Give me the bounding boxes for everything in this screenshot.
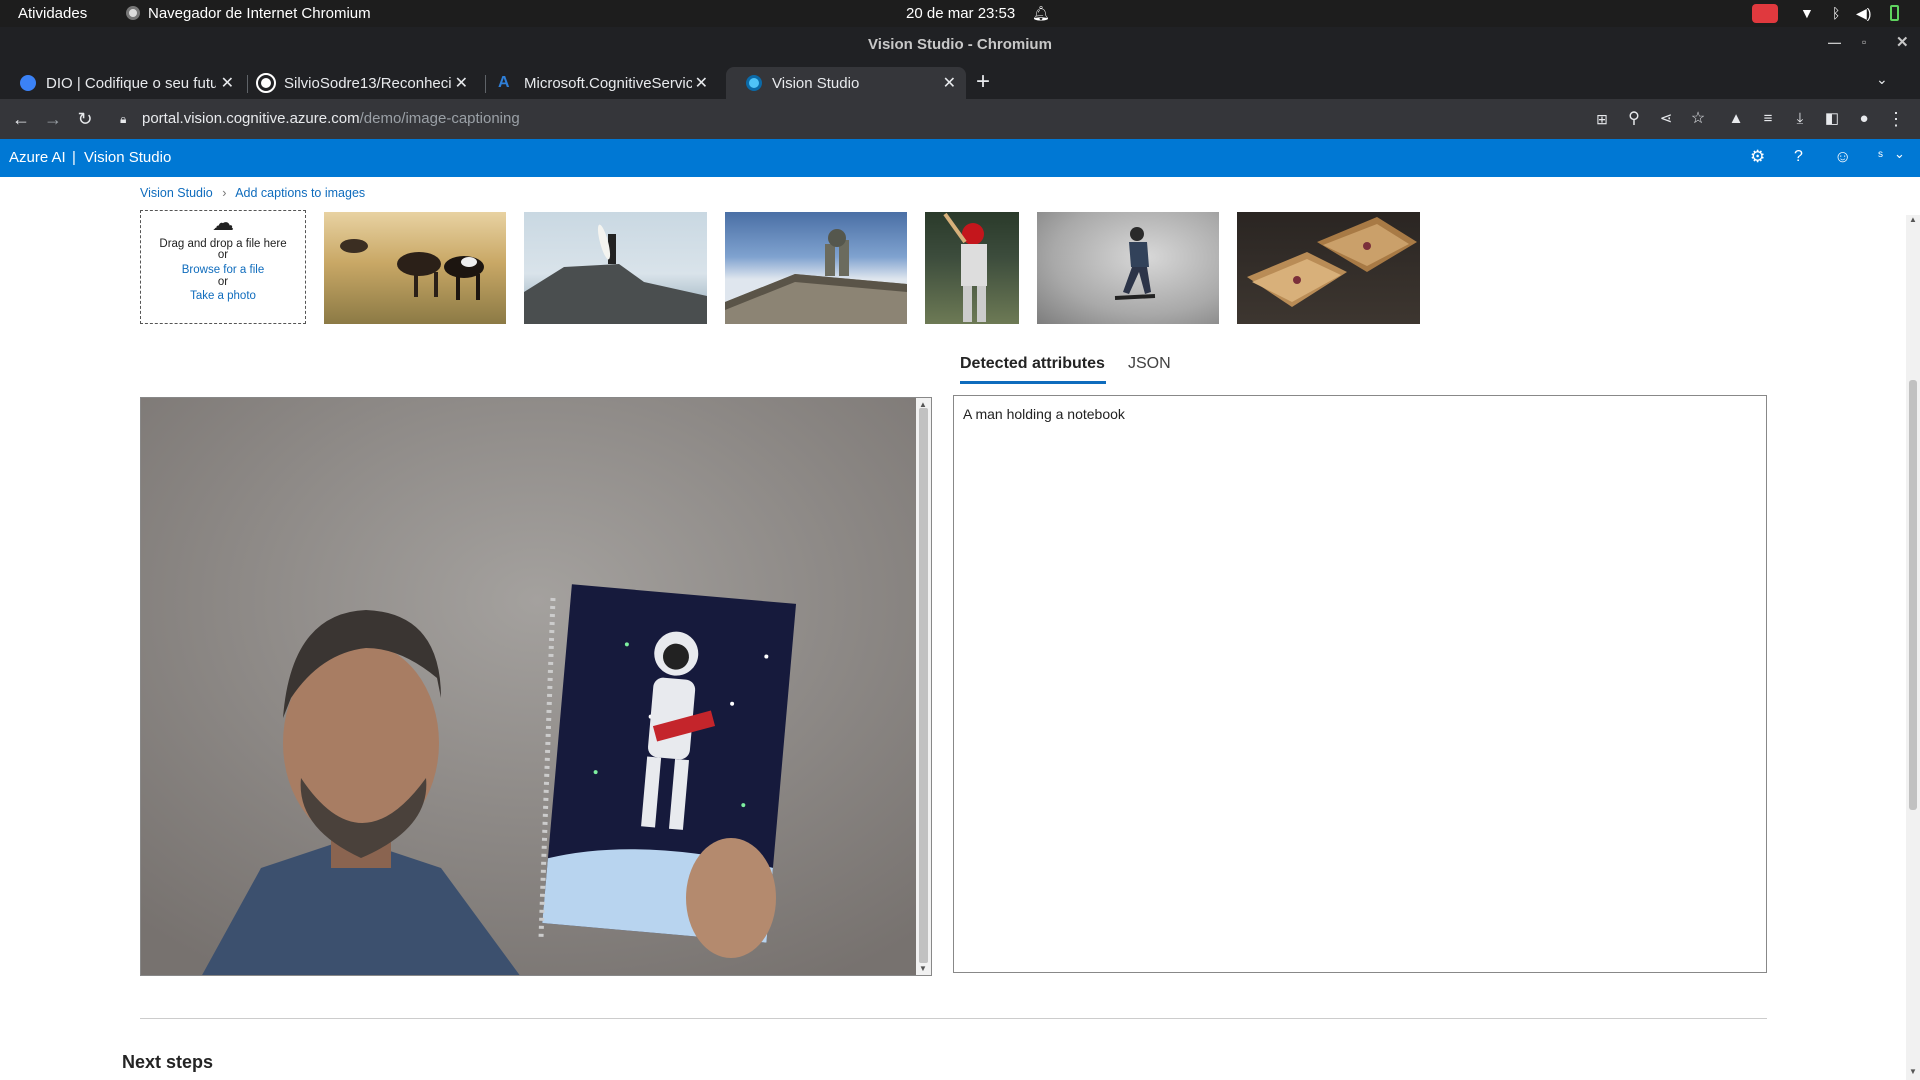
sample-image-baseball[interactable] xyxy=(925,212,1019,324)
breadcrumb-current[interactable]: Add captions to images xyxy=(235,186,365,200)
uploaded-photo xyxy=(141,398,931,975)
tab-vision-studio[interactable]: Vision Studio ✕ xyxy=(726,67,966,99)
scrollbar-thumb[interactable] xyxy=(919,408,928,963)
scrollbar-thumb[interactable] xyxy=(1909,380,1917,810)
take-photo-link[interactable]: Take a photo xyxy=(190,290,256,302)
labs-flask-icon[interactable]: ▲ xyxy=(1724,107,1748,131)
cloud-upload-icon: ☁ xyxy=(212,210,234,235)
address-bar[interactable]: 🔒︎ portal.vision.cognitive.azure.com/dem… xyxy=(110,103,1560,135)
settings-gear-icon[interactable]: ⚙ xyxy=(1750,147,1765,167)
tab-label: Vision Studio xyxy=(772,74,860,92)
page-scrollbar[interactable]: ▲ ▼ xyxy=(1906,215,1920,1080)
feedback-smiley-icon[interactable]: ☺ xyxy=(1834,147,1851,167)
close-tab-icon[interactable]: ✕ xyxy=(695,73,708,93)
forward-icon[interactable]: → xyxy=(41,107,65,131)
battery-icon xyxy=(1890,5,1899,21)
sample-image-sandwich[interactable] xyxy=(1237,212,1420,324)
side-panel-icon[interactable]: ◧ xyxy=(1820,107,1844,131)
profile-icon[interactable]: ● xyxy=(1852,107,1876,131)
image-preview xyxy=(140,397,932,976)
tab-github[interactable]: SilvioSodre13/Reconhecimento ✕ xyxy=(238,67,478,99)
file-dropzone[interactable]: ☁ Drag and drop a file here or Browse fo… xyxy=(140,210,306,324)
tab-json[interactable]: JSON xyxy=(1128,355,1171,373)
menu-kebab-icon[interactable]: ⋮ xyxy=(1884,107,1908,131)
tab-detected-attributes[interactable]: Detected attributes xyxy=(960,355,1105,373)
reload-icon[interactable]: ↻ xyxy=(73,107,97,131)
vision-studio-favicon-icon xyxy=(746,75,762,91)
github-favicon-icon xyxy=(256,73,276,93)
browse-file-link[interactable]: Browse for a file xyxy=(182,264,264,276)
tab-label: SilvioSodre13/Reconhecimento xyxy=(284,74,452,92)
zoom-icon[interactable]: ⚲ xyxy=(1622,107,1646,131)
tab-microsoft-cognitive[interactable]: A Microsoft.CognitiveServices ✕ xyxy=(478,67,718,99)
maximize-icon[interactable]: ▫ xyxy=(1862,35,1866,49)
dio-favicon-icon xyxy=(20,75,36,91)
activities-button[interactable]: Atividades xyxy=(18,5,87,22)
chromium-icon xyxy=(126,6,140,20)
app-name[interactable]: Navegador de Internet Chromium xyxy=(148,5,371,22)
navigation-bar: ← → ↻ 🔒︎ portal.vision.cognitive.azure.c… xyxy=(0,99,1920,139)
sample-image-skateboarder[interactable] xyxy=(1037,212,1219,324)
breadcrumb: Vision Studio › Add captions to images xyxy=(140,186,365,200)
translate-icon[interactable]: ⊞ xyxy=(1590,107,1614,131)
tab-label: DIO | Codifique o seu futuro xyxy=(46,74,216,92)
dropzone-or: or xyxy=(217,276,229,288)
window-title: Vision Studio - Chromium xyxy=(868,36,1052,53)
close-window-icon[interactable]: ✕ xyxy=(1896,33,1909,51)
next-steps-heading: Next steps xyxy=(122,1052,214,1072)
user-initial[interactable]: s xyxy=(1878,149,1883,160)
azure-favicon-icon: A xyxy=(498,74,510,91)
reading-list-icon[interactable]: ≡ xyxy=(1756,107,1780,131)
azure-ai-link[interactable]: Azure AI xyxy=(9,149,66,166)
breadcrumb-root[interactable]: Vision Studio xyxy=(140,186,213,200)
url-host: portal.vision.cognitive.azure.com xyxy=(142,110,360,127)
sample-image-building[interactable] xyxy=(725,212,907,324)
scroll-up-icon[interactable]: ▲ xyxy=(1909,215,1917,224)
notification-icon: 🔔︎ xyxy=(1032,5,1050,21)
caption-text: A man holding a notebook xyxy=(963,406,1125,422)
lock-icon: 🔒︎ xyxy=(120,112,127,126)
account-chevron-down-icon[interactable]: ⌄ xyxy=(1894,146,1905,162)
preview-scrollbar[interactable]: ▲ ▼ xyxy=(916,398,931,975)
close-tab-icon[interactable]: ✕ xyxy=(455,73,468,93)
tab-search-icon[interactable]: ⌄ xyxy=(1876,71,1888,88)
tab-label: Microsoft.CognitiveServices xyxy=(524,74,692,92)
volume-icon: ◀) xyxy=(1856,5,1872,21)
minimize-icon[interactable]: — xyxy=(1828,35,1841,50)
clock[interactable]: 20 de mar 23:53 xyxy=(906,5,1015,22)
dropzone-or: or xyxy=(217,249,229,261)
azure-header: Azure AI | Vision Studio ⚙ ? ☺ s ⌄ xyxy=(0,139,1920,177)
caption-result-panel: A man holding a notebook xyxy=(953,395,1767,973)
header-separator: | xyxy=(72,149,76,166)
help-icon[interactable]: ? xyxy=(1794,148,1803,166)
new-tab-icon[interactable]: + xyxy=(976,68,990,96)
bookmark-star-icon[interactable]: ☆ xyxy=(1686,107,1710,131)
url-path: /demo/image-captioning xyxy=(359,110,520,127)
window-title-bar: Vision Studio - Chromium — ▫ ✕ xyxy=(0,27,1920,63)
close-tab-icon[interactable]: ✕ xyxy=(943,73,956,93)
screen-record-icon[interactable] xyxy=(1752,4,1778,23)
bluetooth-icon: ᛒ xyxy=(1832,5,1841,21)
wifi-icon: ▼ xyxy=(1800,5,1814,21)
tab-strip: DIO | Codifique o seu futuro ✕ SilvioSod… xyxy=(0,63,1920,99)
breadcrumb-chevron-icon: › xyxy=(222,186,227,200)
section-divider xyxy=(140,1018,1767,1019)
active-tab-indicator xyxy=(960,381,1106,384)
close-tab-icon[interactable]: ✕ xyxy=(221,73,234,93)
sample-image-surfer[interactable] xyxy=(524,212,707,324)
sample-image-cows[interactable] xyxy=(324,212,506,324)
download-icon[interactable]: ⤓ xyxy=(1788,107,1812,131)
share-icon[interactable]: ⋖ xyxy=(1654,107,1678,131)
tab-dio[interactable]: DIO | Codifique o seu futuro ✕ xyxy=(0,67,244,99)
scroll-down-icon[interactable]: ▼ xyxy=(1909,1067,1917,1076)
scroll-down-icon[interactable]: ▼ xyxy=(919,964,927,973)
os-top-bar: Atividades Navegador de Internet Chromiu… xyxy=(0,0,1920,27)
vision-studio-link[interactable]: Vision Studio xyxy=(84,149,171,166)
back-icon[interactable]: ← xyxy=(9,107,33,131)
